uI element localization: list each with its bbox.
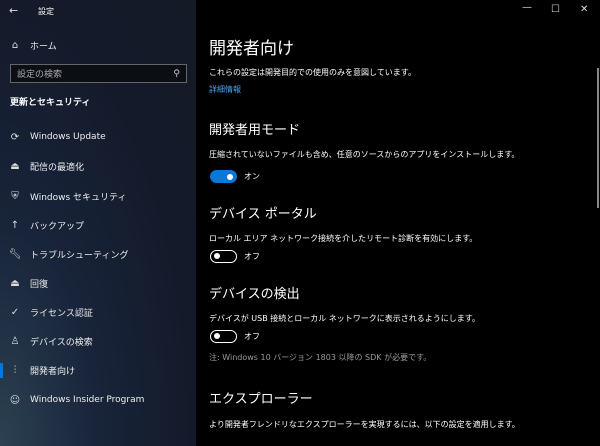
explorer-desc: より開発者フレンドリなエクスプローラーを実現するには、以下の設定を適用します。: [209, 420, 520, 429]
section-heading: 更新とセキュリティ: [10, 98, 91, 108]
portal-heading: デバイス ポータル: [209, 207, 317, 222]
sidebar: ← 設定 ⌂ ホーム 設定の検索 ⚲ 更新とセキュリティ ⟳ Windows Up…: [0, 0, 196, 446]
sync-icon: ⟳: [10, 131, 20, 143]
dev-mode-heading: 開発者用モード: [209, 123, 301, 138]
discovery-toggle[interactable]: [210, 330, 237, 343]
search-placeholder: 設定の検索: [17, 70, 63, 80]
sidebar-item-security[interactable]: ⛨ Windows セキュリティ: [0, 183, 196, 209]
home-icon: ⌂: [11, 39, 19, 51]
check-circle-icon: ✓: [10, 306, 20, 318]
main-content: 開発者向け これらの設定は開発目的での使用のみを意図しています。 詳細情報 開発…: [196, 0, 600, 446]
minimize-button[interactable]: —: [522, 2, 532, 13]
search-input[interactable]: 設定の検索 ⚲: [10, 64, 187, 83]
window-title: 設定: [38, 7, 54, 16]
discovery-state: オフ: [244, 332, 260, 341]
recovery-icon: ⏏: [10, 277, 20, 289]
developer-icon: ⫶: [13, 364, 17, 376]
sidebar-item-label: Windows Insider Program: [30, 395, 145, 405]
sidebar-item-label: ライセンス認証: [30, 308, 93, 319]
backup-icon: ↑: [10, 219, 20, 231]
page-title: 開発者向け: [209, 39, 294, 59]
sidebar-item-label: 配信の最適化: [30, 162, 85, 173]
portal-desc: ローカル エリア ネットワーク接続を介したリモート診断を有効にします。: [209, 234, 478, 243]
explorer-heading: エクスプローラー: [209, 392, 313, 407]
sidebar-item-recovery[interactable]: ⏏ 回復: [0, 270, 196, 296]
dev-mode-desc: 圧縮されていないファイルも含め、任意のソースからのアプリをインストールします。: [209, 150, 520, 159]
delivery-icon: ⏏: [10, 160, 20, 172]
sidebar-item-troubleshoot[interactable]: 🔧︎ トラブルシューティング: [0, 241, 196, 267]
sidebar-item-label: 開発者向け: [30, 366, 76, 377]
find-device-icon: ♙: [10, 335, 20, 347]
insider-icon: ☺: [9, 394, 21, 406]
sidebar-item-delivery[interactable]: ⏏ 配信の最適化: [0, 153, 196, 179]
sidebar-item-backup[interactable]: ↑ バックアップ: [0, 212, 196, 238]
discovery-heading: デバイスの検出: [209, 287, 300, 302]
sidebar-item-developers[interactable]: ⫶ 開発者向け: [0, 357, 196, 383]
dev-mode-state: オン: [244, 172, 260, 181]
portal-state: オフ: [244, 252, 260, 261]
scrollbar[interactable]: [597, 68, 599, 208]
selection-indicator: [0, 363, 3, 378]
sidebar-item-find-device[interactable]: ♙ デバイスの検索: [0, 328, 196, 354]
toggle-knob: [214, 333, 220, 339]
wrench-icon: 🔧︎: [8, 248, 22, 260]
toggle-knob: [214, 253, 220, 259]
search-icon: ⚲: [173, 68, 180, 79]
home-label: ホーム: [30, 41, 57, 52]
back-button[interactable]: ←: [9, 4, 18, 17]
discovery-desc: デバイスが USB 接続とローカル ネットワークに表示されるようにします。: [209, 314, 481, 323]
sidebar-item-label: 回復: [30, 279, 49, 290]
sidebar-home[interactable]: ⌂ ホーム: [0, 32, 196, 58]
shield-icon: ⛨: [11, 190, 19, 202]
dev-mode-toggle[interactable]: [210, 170, 237, 183]
maximize-button[interactable]: ☐: [551, 4, 560, 15]
sidebar-item-label: バックアップ: [30, 221, 85, 232]
more-info-link[interactable]: 詳細情報: [209, 84, 241, 95]
sidebar-item-label: デバイスの検索: [30, 337, 93, 348]
sidebar-item-windows-update[interactable]: ⟳ Windows Update: [0, 124, 196, 150]
sidebar-item-label: トラブルシューティング: [30, 250, 129, 261]
close-button[interactable]: ✕: [580, 4, 588, 15]
sidebar-item-label: Windows Update: [30, 132, 106, 142]
portal-toggle[interactable]: [210, 250, 237, 263]
sidebar-item-activation[interactable]: ✓ ライセンス認証: [0, 299, 196, 325]
discovery-note: 注: Windows 10 バージョン 1803 以降の SDK が必要です。: [209, 353, 432, 362]
sidebar-item-label: Windows セキュリティ: [30, 192, 127, 203]
intro-text: これらの設定は開発目的での使用のみを意図しています。: [209, 68, 416, 77]
toggle-knob: [227, 173, 233, 180]
sidebar-item-insider[interactable]: ☺ Windows Insider Program: [0, 387, 196, 413]
